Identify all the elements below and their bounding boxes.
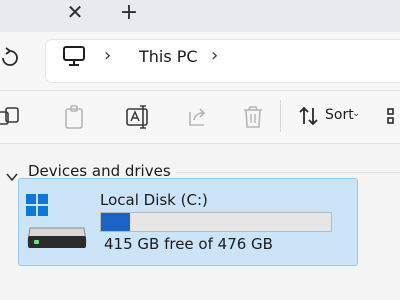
drive-free-space: 415 GB free of 476 GB	[104, 235, 273, 253]
chevron-down-icon[interactable]	[6, 168, 18, 182]
view-icon[interactable]	[382, 106, 400, 126]
sort-icon[interactable]	[298, 105, 320, 127]
windows-drive-icon	[26, 194, 88, 250]
chevron-down-icon[interactable]: ⌄	[352, 108, 360, 119]
drive-name: Local Disk (C:)	[100, 191, 208, 209]
address-row	[0, 32, 400, 91]
toolbar-divider	[280, 100, 281, 132]
group-divider	[176, 172, 400, 173]
tab-strip: ✕ +	[0, 0, 400, 32]
address-bar[interactable]	[46, 40, 400, 82]
sort-button[interactable]: Sort	[325, 107, 354, 123]
refresh-icon[interactable]	[0, 46, 20, 70]
plus-icon[interactable]: +	[118, 2, 140, 24]
delete-icon[interactable]	[240, 104, 266, 130]
copy-icon[interactable]	[0, 104, 26, 130]
computer-icon	[62, 44, 86, 68]
rename-icon[interactable]	[125, 104, 151, 130]
drive-usage-bar	[100, 212, 332, 232]
chevron-right-icon[interactable]: ›	[211, 45, 218, 66]
breadcrumb-this-pc[interactable]: This PC	[139, 47, 198, 66]
share-icon[interactable]	[185, 104, 211, 130]
chevron-right-icon[interactable]: ›	[104, 45, 111, 66]
close-icon[interactable]: ✕	[64, 1, 86, 23]
paste-icon[interactable]	[62, 104, 88, 130]
drive-usage-fill	[101, 213, 131, 231]
